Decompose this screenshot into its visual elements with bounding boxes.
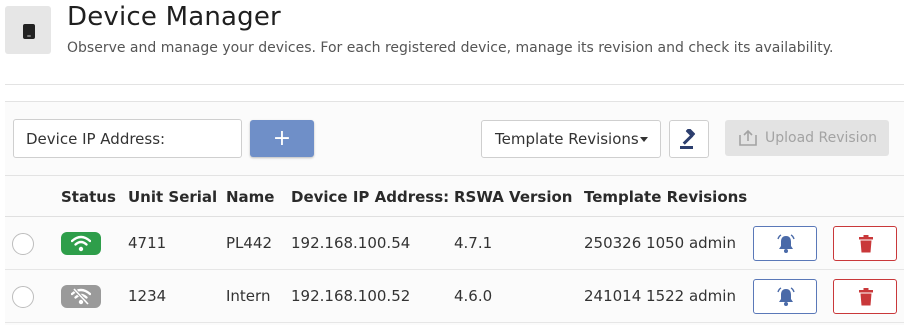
- bell-icon: [777, 234, 795, 253]
- column-header-unit-serial: Unit Serial: [128, 188, 218, 206]
- column-header-device-ip: Device IP Address:: [291, 188, 450, 206]
- trash-icon: [859, 235, 873, 253]
- table-row: 4711 PL442 192.168.100.54 4.7.1 250326 1…: [5, 217, 904, 270]
- table-row: 1234 Intern 192.168.100.52 4.6.0 241014 …: [5, 270, 904, 323]
- upload-revision-label: Upload Revision: [765, 130, 878, 146]
- gavel-icon: [680, 129, 696, 149]
- rswa-version: 4.6.0: [454, 287, 493, 305]
- page-title: Device Manager: [67, 2, 281, 32]
- template-revision: 250326 1050 admin: [584, 234, 736, 252]
- unit-serial: 1234: [128, 287, 167, 305]
- device-ip-input[interactable]: [13, 119, 242, 158]
- device-name: PL442: [226, 234, 273, 252]
- gavel-button[interactable]: [669, 120, 709, 158]
- device-ip: 192.168.100.54: [291, 234, 411, 252]
- device-icon: [5, 6, 51, 54]
- device-panel: + Template Revisions Upload Revision: [5, 101, 904, 325]
- device-ip: 192.168.100.52: [291, 287, 411, 305]
- column-header-template-revisions: Template Revisions: [584, 188, 748, 206]
- column-header-status: Status: [61, 188, 116, 206]
- wifi-off-icon: [71, 288, 91, 305]
- trash-icon: [859, 288, 873, 306]
- toolbar: + Template Revisions Upload Revision: [5, 102, 904, 175]
- row-select-radio[interactable]: [12, 233, 34, 255]
- table-header: Status Unit Serial Name Device IP Addres…: [5, 176, 904, 217]
- status-badge: [61, 232, 101, 255]
- row-select-radio[interactable]: [12, 286, 34, 308]
- notify-button[interactable]: [753, 279, 817, 314]
- upload-icon: [739, 129, 757, 146]
- header-divider: [5, 84, 904, 85]
- device-name: Intern: [226, 287, 271, 305]
- template-revisions-label: Template Revisions: [495, 130, 639, 148]
- add-device-button[interactable]: +: [250, 120, 314, 157]
- bell-icon: [777, 287, 795, 306]
- status-badge: [61, 285, 101, 308]
- notify-button[interactable]: [753, 226, 817, 261]
- delete-button[interactable]: [833, 226, 897, 261]
- page-subtitle: Observe and manage your devices. For eac…: [67, 40, 834, 56]
- wifi-icon: [71, 235, 91, 252]
- rswa-version: 4.7.1: [454, 234, 493, 252]
- caret-down-icon: [640, 137, 648, 142]
- upload-revision-button[interactable]: Upload Revision: [725, 120, 889, 156]
- delete-button[interactable]: [833, 279, 897, 314]
- page-header: Device Manager Observe and manage your d…: [0, 0, 906, 85]
- template-revisions-dropdown[interactable]: Template Revisions: [481, 120, 661, 158]
- column-header-rswa-version: RSWA Version: [454, 188, 573, 206]
- template-revision: 241014 1522 admin: [584, 287, 736, 305]
- column-header-name: Name: [226, 188, 275, 206]
- unit-serial: 4711: [128, 234, 167, 252]
